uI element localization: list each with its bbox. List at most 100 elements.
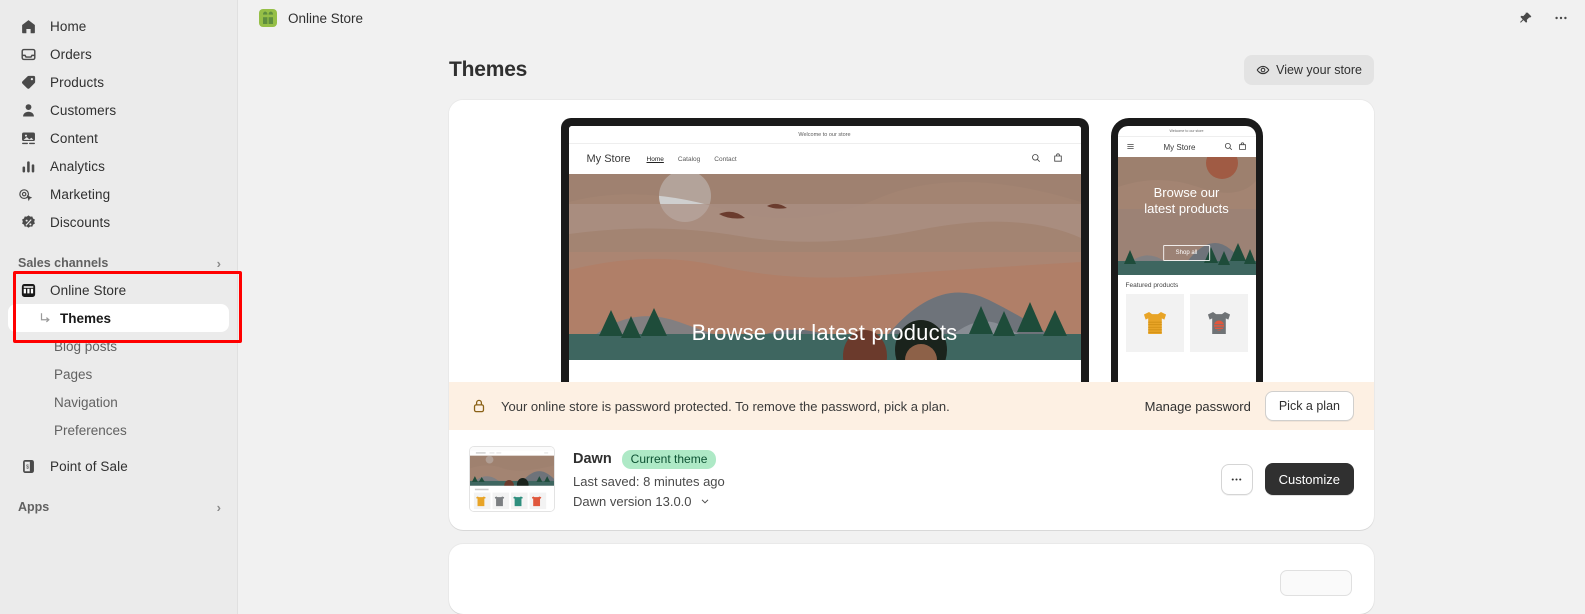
sidebar-item-label: Themes [60, 310, 112, 326]
sidebar-section-sales-channels[interactable]: Sales channels › [0, 250, 237, 276]
pin-icon[interactable] [1515, 8, 1535, 28]
chevron-right-icon: › [216, 255, 221, 271]
chevron-right-icon: › [216, 499, 221, 515]
ellipsis-icon[interactable] [1551, 8, 1571, 28]
main-area: Online Store Themes View your store Welc… [238, 0, 1585, 614]
desktop-nav-links: Home Catalog Contact [647, 156, 737, 163]
mobile-featured-heading: Featured products [1125, 282, 1179, 289]
sidebar-section-apps[interactable]: Apps › [0, 494, 237, 520]
sidebar-item-label: Navigation [54, 394, 118, 410]
sidebar-item-label: Customers [50, 102, 117, 118]
tshirt-icon [1143, 311, 1166, 335]
mobile-shop-name: My Store [1163, 142, 1196, 152]
sidebar-item-navigation[interactable]: Navigation [8, 388, 229, 416]
sidebar-item-label: Content [50, 130, 98, 146]
sidebar-item-label: Marketing [50, 186, 111, 202]
desktop-preview-screen: Welcome to our store My Store Home Catal… [568, 126, 1081, 382]
theme-more-actions-button[interactable] [1220, 463, 1253, 495]
sidebar-item-discounts[interactable]: Discounts [8, 208, 229, 236]
customize-button[interactable]: Customize [1264, 463, 1354, 495]
sidebar-item-pages[interactable]: Pages [8, 360, 229, 388]
marketing-target-icon [18, 184, 38, 204]
pos-receipt-icon: $ [18, 456, 38, 476]
topbar-store-name: Online Store [288, 10, 364, 26]
sidebar-item-label: Blog posts [54, 338, 118, 354]
password-banner-actions: Manage password Pick a plan [1145, 391, 1354, 421]
desktop-shop-nav: My Store Home Catalog Contact [569, 144, 1081, 174]
sidebar-item-label: Preferences [54, 422, 127, 438]
sidebar-item-content[interactable]: Content [8, 124, 229, 152]
sidebar-item-label: Point of Sale [50, 458, 128, 474]
storefront-icon [18, 280, 38, 300]
sidebar-item-point-of-sale[interactable]: $ Point of Sale [8, 452, 229, 480]
mobile-preview-frame[interactable]: Welcome to our store My Store Browse our… [1110, 118, 1263, 382]
apps-label: Apps [18, 500, 50, 514]
sidebar-item-products[interactable]: Products [8, 68, 229, 96]
sidebar-item-themes[interactable]: Themes [8, 304, 229, 332]
mobile-featured-products [1118, 294, 1256, 352]
sidebar-item-label: Orders [50, 46, 92, 62]
topbar-actions [1515, 8, 1571, 28]
view-your-store-button[interactable]: View your store [1244, 55, 1374, 85]
ellipsis-icon [1231, 477, 1242, 481]
shopify-store-icon [258, 8, 278, 28]
sidebar-item-label: Online Store [50, 282, 127, 298]
sidebar-item-orders[interactable]: Orders [8, 40, 229, 68]
theme-name-line: Dawn Current theme [573, 449, 725, 469]
eye-icon [1256, 63, 1270, 77]
hamburger-menu-icon [1126, 138, 1135, 156]
desktop-preview-frame[interactable]: Welcome to our store My Store Home Catal… [560, 118, 1089, 382]
sidebar-item-customers[interactable]: Customers [8, 96, 229, 124]
cart-icon [1238, 138, 1247, 156]
secondary-card-button[interactable] [1280, 570, 1352, 596]
theme-thumbnail [469, 446, 555, 512]
lock-icon [471, 398, 487, 414]
desktop-hero: Browse our latest products [568, 174, 1081, 360]
manage-password-button[interactable]: Manage password [1145, 399, 1251, 414]
mobile-hero: Browse our latest products Shop all [1117, 157, 1256, 275]
mobile-preview-screen: Welcome to our store My Store Browse our… [1117, 126, 1256, 382]
person-icon [18, 100, 38, 120]
page-header: Themes View your store [449, 40, 1374, 100]
sidebar: Home Orders Products Customers Content A… [0, 0, 238, 614]
desktop-shop-name: My Store [586, 153, 631, 165]
themes-page: Themes View your store Welcome to our st… [238, 36, 1585, 614]
current-theme-badge: Current theme [621, 449, 717, 469]
sidebar-item-home[interactable]: Home [8, 12, 229, 40]
sidebar-item-label: Analytics [50, 158, 105, 174]
discount-percent-icon [18, 212, 38, 232]
top-bar: Online Store [238, 0, 1585, 36]
mobile-hero-title-line2: latest products [1144, 201, 1229, 217]
sidebar-item-online-store[interactable]: Online Store [8, 276, 229, 304]
sidebar-item-analytics[interactable]: Analytics [8, 152, 229, 180]
sidebar-item-marketing[interactable]: Marketing [8, 180, 229, 208]
page-content: Themes View your store Welcome to our st… [449, 40, 1374, 614]
nav-link-contact: Contact [714, 155, 737, 163]
tshirt-icon [1207, 311, 1230, 335]
theme-actions: Customize [1220, 463, 1354, 495]
chevron-down-icon[interactable] [699, 495, 711, 507]
sidebar-item-label: Pages [54, 366, 93, 382]
home-icon [18, 16, 38, 36]
orders-inbox-icon [18, 44, 38, 64]
pick-a-plan-button[interactable]: Pick a plan [1264, 391, 1354, 421]
theme-thumbnail-image [470, 447, 554, 511]
mobile-hero-title: Browse our latest products [1118, 185, 1256, 218]
sidebar-item-preferences[interactable]: Preferences [8, 416, 229, 444]
view-your-store-label: View your store [1276, 63, 1362, 77]
theme-card: Welcome to our store My Store Home Catal… [449, 100, 1374, 530]
product-tag-icon [18, 72, 38, 92]
shopify-admin-window: Home Orders Products Customers Content A… [0, 0, 1585, 614]
mobile-shop-nav: My Store [1118, 137, 1256, 157]
theme-version-row[interactable]: Dawn version 13.0.0 [573, 494, 725, 509]
mobile-shop-all-button[interactable]: Shop all [1162, 245, 1211, 261]
sidebar-item-blog-posts[interactable]: Blog posts [8, 332, 229, 360]
arrow-turn-icon [38, 311, 54, 325]
mobile-announcement-bar: Welcome to our store [1117, 126, 1256, 137]
page-title: Themes [449, 58, 528, 81]
theme-version-label: Dawn version 13.0.0 [573, 493, 692, 509]
sidebar-item-label: Home [50, 18, 87, 34]
sidebar-item-label: Products [50, 74, 105, 90]
sales-channels-label: Sales channels [18, 256, 109, 270]
